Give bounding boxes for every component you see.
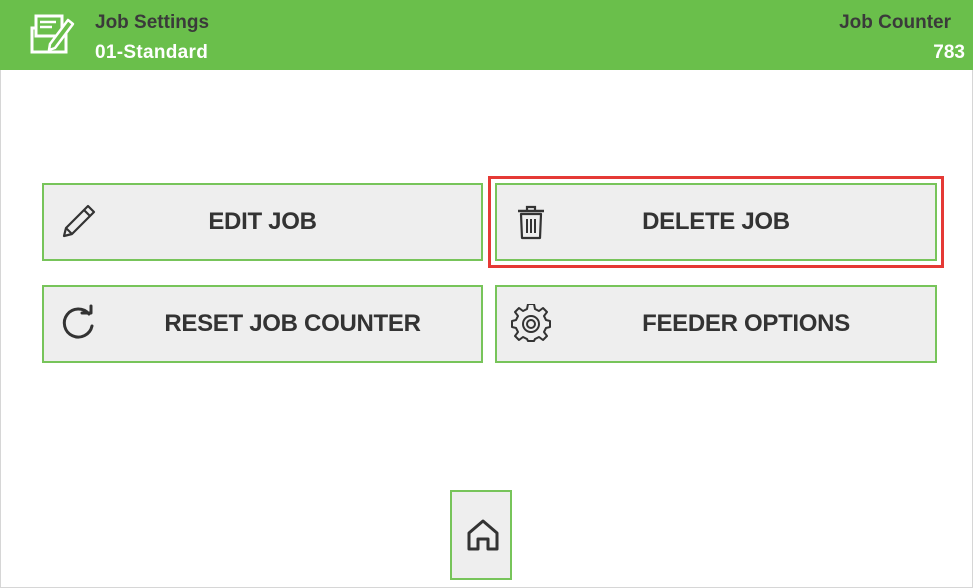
- delete-job-label: DELETE JOB: [642, 208, 790, 235]
- header-bar: Job Settings 01-Standard Job Counter 783: [0, 0, 973, 70]
- gear-icon: [511, 304, 551, 342]
- pencil-icon: [62, 204, 96, 238]
- feeder-options-button[interactable]: FEEDER OPTIONS: [495, 285, 937, 363]
- job-counter-label: Job Counter: [839, 12, 951, 33]
- reset-job-counter-button[interactable]: RESET JOB COUNTER: [42, 285, 483, 363]
- header-title: Job Settings: [95, 12, 210, 33]
- job-name: 01-Standard: [95, 42, 209, 63]
- trash-icon: [518, 205, 544, 240]
- delete-job-button[interactable]: DELETE JOB: [495, 183, 937, 261]
- refresh-icon: [62, 304, 94, 339]
- home-icon: [467, 519, 499, 551]
- job-settings-icon: [30, 14, 75, 54]
- edit-job-label: EDIT JOB: [208, 208, 317, 235]
- job-counter-value: 783: [933, 42, 965, 63]
- reset-job-counter-label: RESET JOB COUNTER: [164, 310, 421, 337]
- edit-job-button[interactable]: EDIT JOB: [42, 183, 483, 261]
- feeder-options-label: FEEDER OPTIONS: [642, 310, 850, 337]
- home-button[interactable]: [450, 490, 512, 580]
